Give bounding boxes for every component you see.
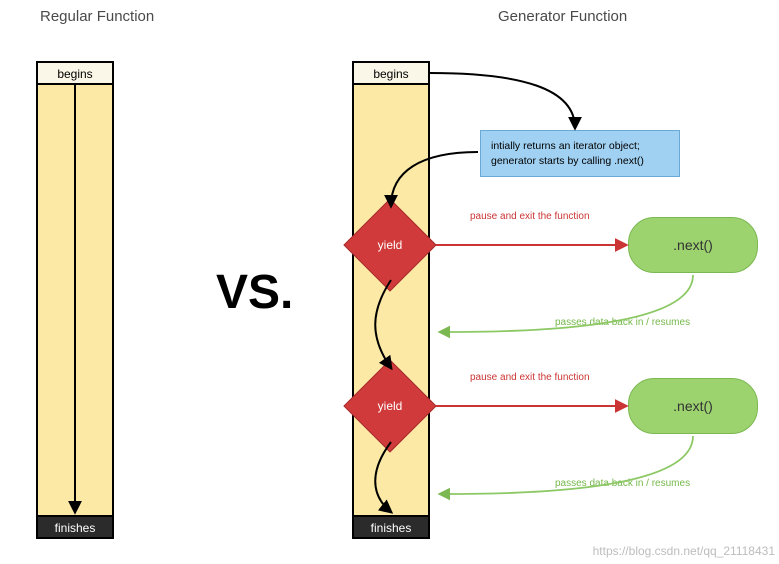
watermark: https://blog.csdn.net/qq_21118431 [593,544,775,558]
next-pill-2: .next() [628,378,758,434]
next-pill-1: .next() [628,217,758,273]
generator-finishes-label: finishes [352,515,430,539]
caption-resume-2: passes data back in / resumes [555,478,690,489]
yield-label-1: yield [358,213,422,277]
yield-label-2: yield [358,374,422,438]
generator-begins-label: begins [352,61,430,85]
regular-begins-label: begins [36,61,114,85]
regular-finishes-label: finishes [36,515,114,539]
regular-function-bar: begins finishes [36,61,114,539]
caption-pause-1: pause and exit the function [470,211,590,222]
info-box: intially returns an iterator object; gen… [480,130,680,177]
caption-resume-1: passes data back in / resumes [555,317,690,328]
generator-function-bar: begins finishes [352,61,430,539]
title-generator: Generator Function [498,8,627,25]
title-regular: Regular Function [40,8,154,25]
caption-pause-2: pause and exit the function [470,372,590,383]
vs-text: VS. [216,265,293,320]
